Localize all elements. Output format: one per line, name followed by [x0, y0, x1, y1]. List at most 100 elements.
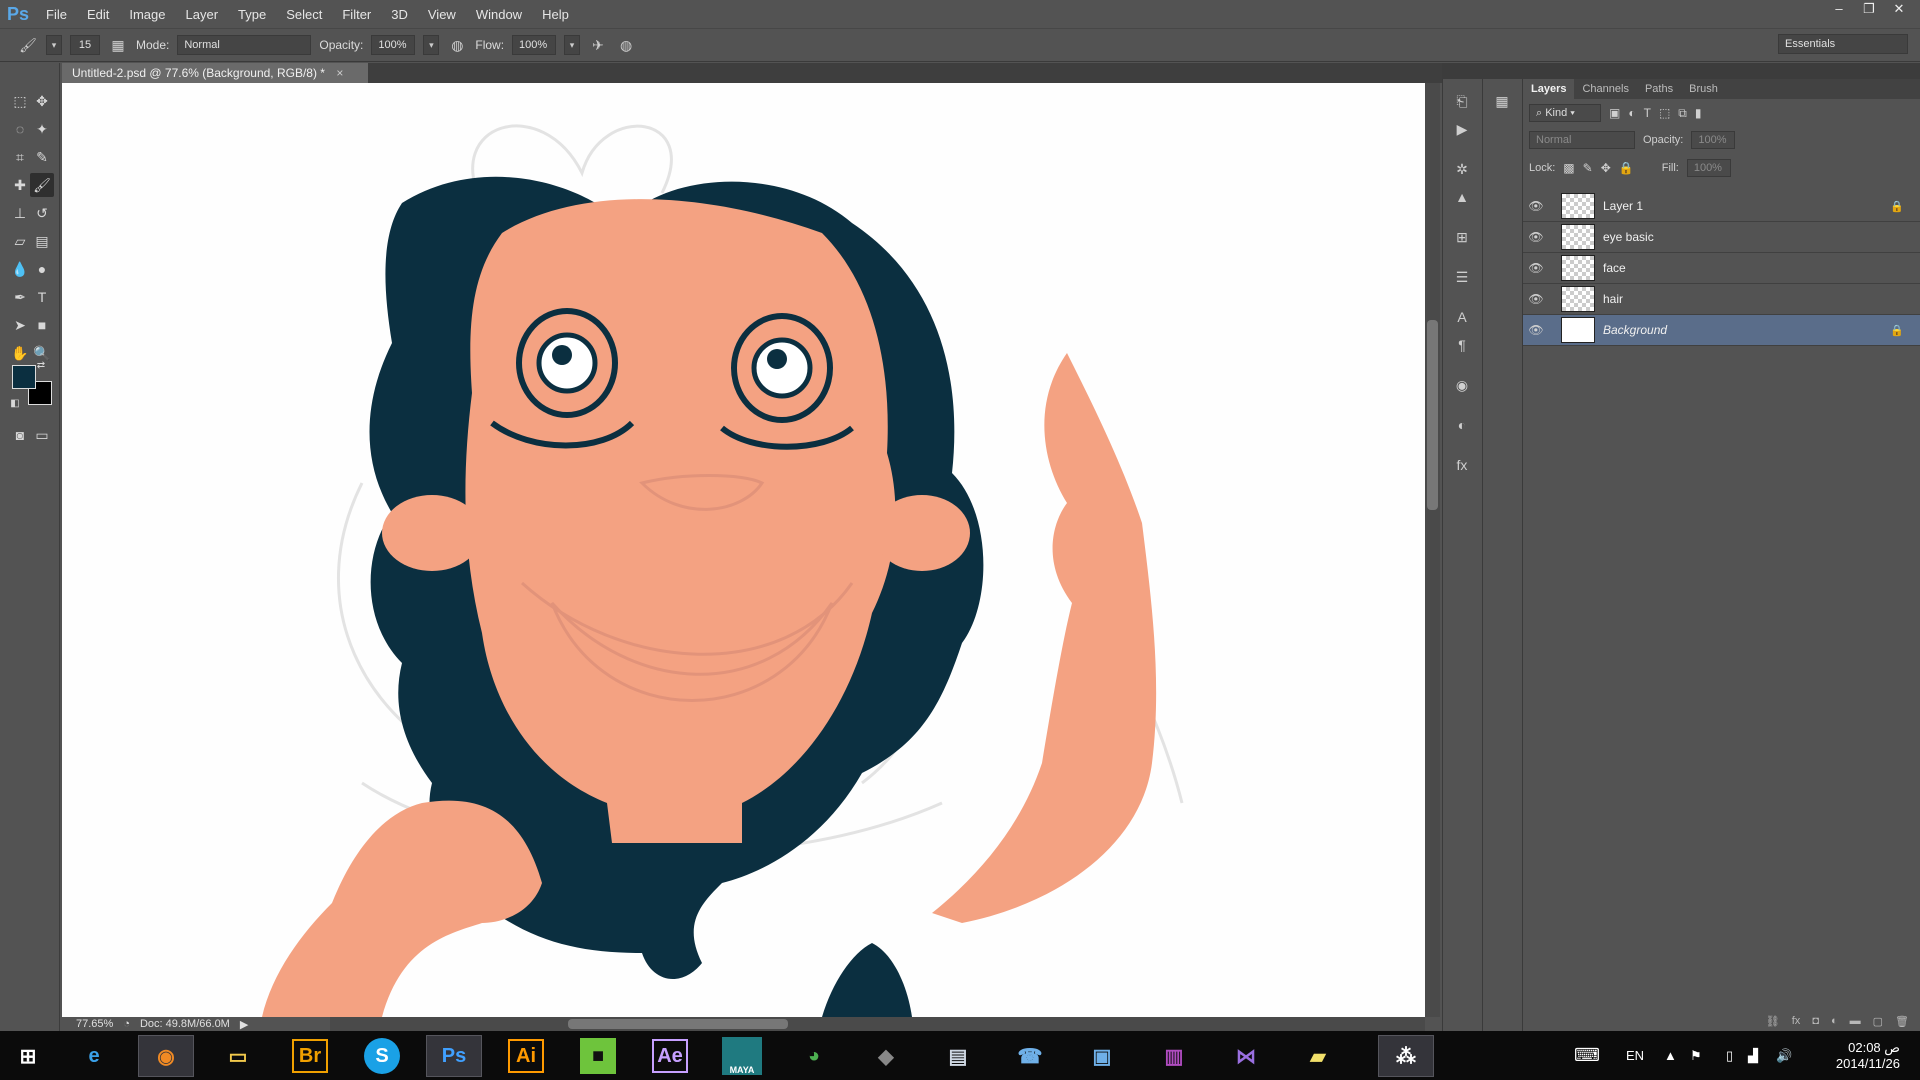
menu-filter[interactable]: Filter — [332, 7, 381, 22]
visibility-eye-icon[interactable]: 👁 — [1523, 292, 1549, 306]
new-layer-icon[interactable]: ▢ — [1873, 1015, 1883, 1028]
magic-wand-tool-icon[interactable]: ✦ — [30, 117, 54, 141]
zoom-level[interactable]: 77.65% — [76, 1018, 113, 1030]
visibility-eye-icon[interactable]: 👁 — [1523, 199, 1549, 213]
panel-collapse-strip[interactable] — [1442, 63, 1920, 79]
status-menu-arrow-icon[interactable]: ▶ — [240, 1018, 248, 1031]
close-button[interactable]: ✕ — [1886, 0, 1912, 18]
new-group-icon[interactable]: ▬ — [1850, 1015, 1861, 1027]
canvas[interactable] — [62, 83, 1425, 1017]
history-icon[interactable]: ⎗ — [1450, 89, 1474, 113]
brush-panel-toggle-icon[interactable]: ▦ — [108, 35, 128, 55]
horizontal-scroll-thumb[interactable] — [568, 1019, 788, 1029]
monitor-icon[interactable]: ▤ — [930, 1035, 986, 1077]
marquee-tool-icon[interactable]: ⬚ — [8, 89, 32, 113]
filter-kind-select[interactable]: ⌕ Kind ▾ — [1529, 104, 1601, 122]
close-tab-icon[interactable]: × — [336, 66, 343, 80]
layer-opacity-field[interactable]: 100% — [1691, 131, 1736, 149]
brush-tool-preset-icon[interactable]: 🖌 — [18, 35, 38, 55]
actions-play-icon[interactable]: ▶ — [1450, 117, 1474, 141]
lasso-tool-icon[interactable]: ◌ — [8, 117, 32, 141]
brush-tool-icon[interactable]: 🖌 — [30, 173, 54, 197]
layer-row-hair[interactable]: 👁 hair — [1523, 284, 1920, 315]
add-mask-icon[interactable]: ◘ — [1812, 1015, 1819, 1027]
brush-presets-icon[interactable]: ✲ — [1450, 157, 1474, 181]
clock[interactable]: 02:08 ص 2014/11/26 — [1814, 1031, 1900, 1080]
eyedropper-tool-icon[interactable]: ✎ — [30, 145, 54, 169]
layer-row-background[interactable]: 👁 Background 🔒 — [1523, 315, 1920, 346]
menu-image[interactable]: Image — [119, 7, 175, 22]
filter-smart-object-icon[interactable]: ⧉ — [1678, 106, 1687, 121]
info-icon[interactable]: ◔ — [123, 1018, 130, 1030]
winrar-icon[interactable]: ▥ — [1146, 1035, 1202, 1077]
crop-tool-icon[interactable]: ⌗ — [8, 145, 32, 169]
illustrator-icon[interactable]: Ai — [508, 1039, 544, 1073]
show-hidden-icons-icon[interactable]: ▲ — [1664, 1031, 1677, 1080]
blackberry-icon[interactable]: ⁂ — [1378, 1035, 1434, 1077]
internet-explorer-icon[interactable]: e — [66, 1035, 122, 1077]
add-style-icon[interactable]: fx — [1792, 1015, 1801, 1027]
filter-pixel-icon[interactable]: ▣ — [1609, 106, 1620, 120]
lock-all-icon[interactable]: 🔒 — [1619, 161, 1634, 175]
lock-position-icon[interactable]: ✥ — [1601, 161, 1611, 175]
battery-icon[interactable]: ▯ — [1726, 1031, 1733, 1080]
link-layers-icon[interactable]: ⛓ — [1766, 1015, 1780, 1028]
filter-adjustment-icon[interactable]: ◐ — [1628, 106, 1635, 120]
after-effects-icon[interactable]: Ae — [652, 1039, 688, 1073]
paragraph-icon[interactable]: ¶ — [1450, 333, 1474, 357]
menu-view[interactable]: View — [418, 7, 466, 22]
brush-size-field[interactable]: 15 — [70, 35, 100, 55]
properties-icon[interactable]: ☰ — [1450, 265, 1474, 289]
menu-file[interactable]: File — [36, 7, 77, 22]
fill-field[interactable]: 100% — [1686, 159, 1731, 177]
tab-brush[interactable]: Brush — [1681, 79, 1726, 99]
move-tool-icon[interactable]: ✥ — [30, 89, 54, 113]
new-adjustment-icon[interactable]: ◐ — [1831, 1015, 1838, 1027]
dodge-tool-icon[interactable]: ● — [30, 257, 54, 281]
restore-button[interactable]: ❐ — [1856, 0, 1882, 18]
camtasia-icon[interactable]: ■ — [580, 1038, 616, 1074]
flow-field[interactable]: 100% — [512, 35, 557, 55]
network-signal-icon[interactable]: ▟ — [1748, 1031, 1758, 1080]
filter-shape-icon[interactable]: ⬚ — [1659, 106, 1670, 120]
filter-type-icon[interactable]: T — [1644, 106, 1651, 120]
pen-tool-icon[interactable]: ✒ — [8, 285, 32, 309]
tab-layers[interactable]: Layers — [1523, 79, 1575, 99]
default-colors-icon[interactable]: ◧ — [8, 397, 22, 411]
screen-mode-icon[interactable]: ▭ — [30, 423, 54, 447]
eraser-tool-icon[interactable]: ▱ — [8, 229, 32, 253]
path-selection-tool-icon[interactable]: ➤ — [8, 313, 32, 337]
menu-layer[interactable]: Layer — [176, 7, 229, 22]
type-tool-icon[interactable]: T — [30, 285, 54, 309]
vertical-scroll-thumb[interactable] — [1427, 320, 1438, 510]
lock-transparent-icon[interactable]: ▩ — [1563, 161, 1574, 175]
maya-icon[interactable]: MAYA — [722, 1037, 762, 1075]
delete-layer-icon[interactable]: 🗑 — [1895, 1015, 1909, 1028]
menu-window[interactable]: Window — [466, 7, 532, 22]
visibility-eye-icon[interactable]: 👁 — [1523, 230, 1549, 244]
filter-toggle-icon[interactable]: ▮ — [1695, 106, 1702, 120]
menu-select[interactable]: Select — [276, 7, 332, 22]
menu-type[interactable]: Type — [228, 7, 276, 22]
visual-studio-icon[interactable]: ⋈ — [1218, 1035, 1274, 1077]
contacts-icon[interactable]: ☎ — [1002, 1035, 1058, 1077]
device-icon[interactable]: ◆ — [858, 1035, 914, 1077]
menu-edit[interactable]: Edit — [77, 7, 119, 22]
swap-colors-icon[interactable]: ⇄ — [34, 359, 48, 373]
quick-mask-icon[interactable]: ◙ — [8, 423, 32, 447]
file-explorer-icon[interactable]: ▭ — [210, 1035, 266, 1077]
swatches-icon[interactable]: ◉ — [1450, 373, 1474, 397]
blur-tool-icon[interactable]: 💧 — [8, 257, 32, 281]
styles-icon[interactable]: fx — [1450, 453, 1474, 477]
vertical-scrollbar[interactable] — [1425, 83, 1440, 1017]
hand-tool-icon[interactable]: ✋ — [8, 341, 32, 365]
navigator-icon[interactable]: ▦ — [1490, 89, 1514, 113]
sticky-notes-icon[interactable]: ▰ — [1290, 1035, 1346, 1077]
remote-desktop-icon[interactable]: ▣ — [1074, 1035, 1130, 1077]
layer-row-eye-basic[interactable]: 👁 eye basic — [1523, 222, 1920, 253]
horizontal-scrollbar[interactable] — [330, 1017, 1425, 1031]
pressure-opacity-icon[interactable]: ◍ — [447, 35, 467, 55]
idm-icon[interactable]: ◕ — [786, 1035, 842, 1077]
clone-source-icon[interactable]: ⊞ — [1450, 225, 1474, 249]
minimize-button[interactable]: – — [1826, 0, 1852, 18]
